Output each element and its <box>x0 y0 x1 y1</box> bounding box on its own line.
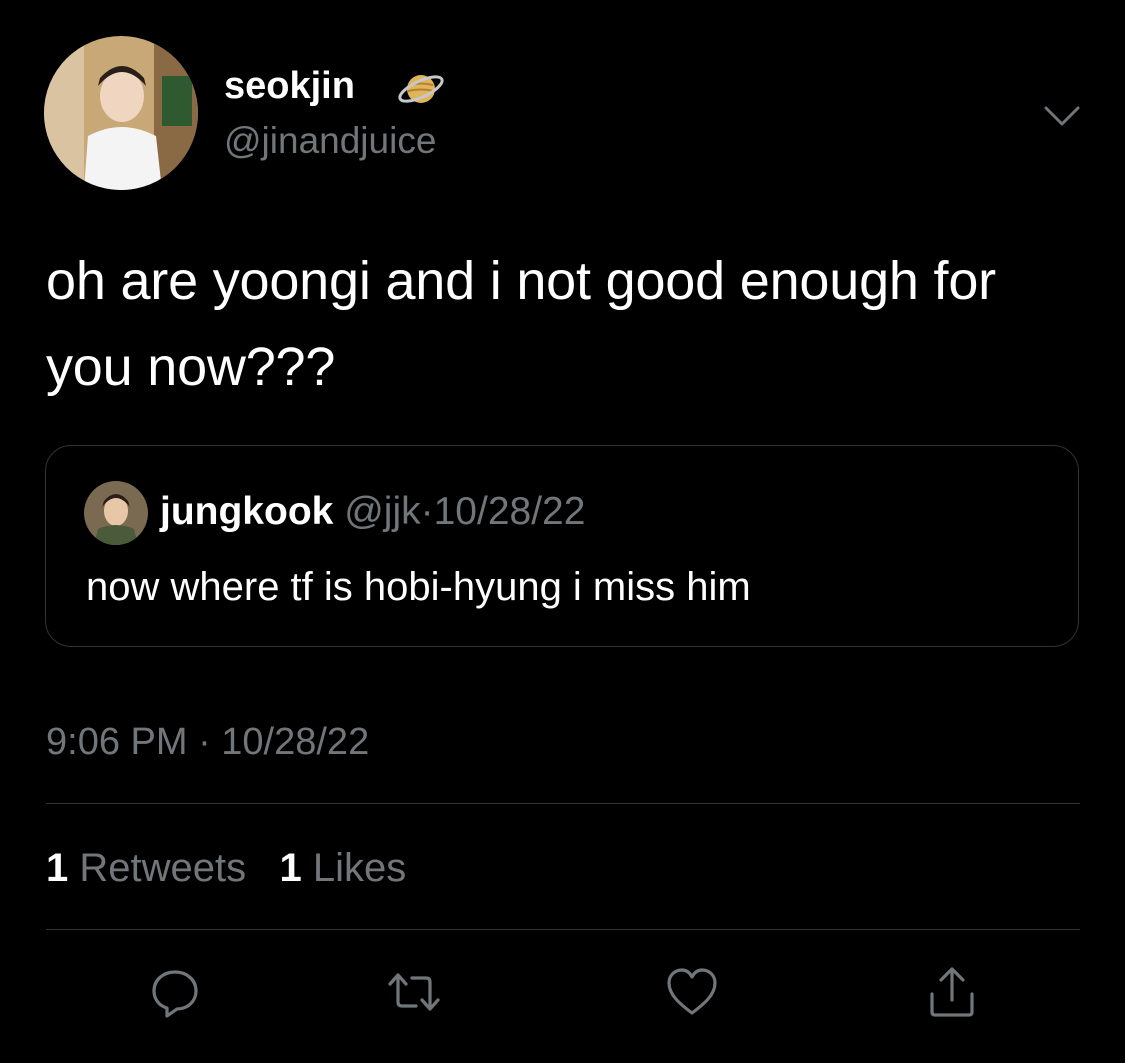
retweets-count: 1 <box>46 846 69 890</box>
avatar-photo <box>44 36 198 190</box>
likes-stat[interactable]: 1 Likes <box>279 846 406 890</box>
author-avatar[interactable] <box>44 36 198 190</box>
heart-icon <box>667 968 717 1015</box>
divider <box>46 803 1080 804</box>
reply-button[interactable] <box>145 962 205 1022</box>
share-button[interactable] <box>922 962 982 1022</box>
likes-count: 1 <box>279 846 302 890</box>
quoted-avatar[interactable] <box>84 481 148 545</box>
quoted-separator: · <box>420 490 434 533</box>
like-button[interactable] <box>662 962 722 1022</box>
quoted-display-name[interactable]: jungkook <box>160 490 333 533</box>
tweet-timestamp[interactable]: 9:06 PM · 10/28/22 <box>46 718 369 766</box>
likes-label: Likes <box>312 846 407 890</box>
quoted-date: 10/28/22 <box>433 490 586 533</box>
retweet-button[interactable] <box>384 962 444 1022</box>
avatar-photo <box>84 481 148 545</box>
quoted-tweet-header: jungkook @jjk·10/28/22 <box>160 488 585 536</box>
quoted-tweet-text: now where tf is hobi-hyung i miss him <box>86 565 751 609</box>
tweet-text: oh are yoongi and i not good enough for … <box>46 251 996 397</box>
planet-icon <box>396 64 446 114</box>
retweets-label: Retweets <box>79 846 247 890</box>
author-handle[interactable]: @jinandjuice <box>224 118 436 164</box>
engagement-stats: 1 Retweets 1 Likes <box>46 843 406 893</box>
author-display-name[interactable]: seokjin <box>224 62 355 110</box>
retweet-icon <box>388 973 440 1011</box>
reply-icon <box>152 970 198 1018</box>
divider <box>46 929 1080 930</box>
quoted-tweet-card[interactable] <box>45 445 1079 647</box>
quoted-handle: @jjk <box>344 490 421 533</box>
share-icon <box>930 967 974 1017</box>
retweets-stat[interactable]: 1 Retweets <box>46 846 257 890</box>
chevron-down-icon[interactable] <box>1040 96 1084 136</box>
